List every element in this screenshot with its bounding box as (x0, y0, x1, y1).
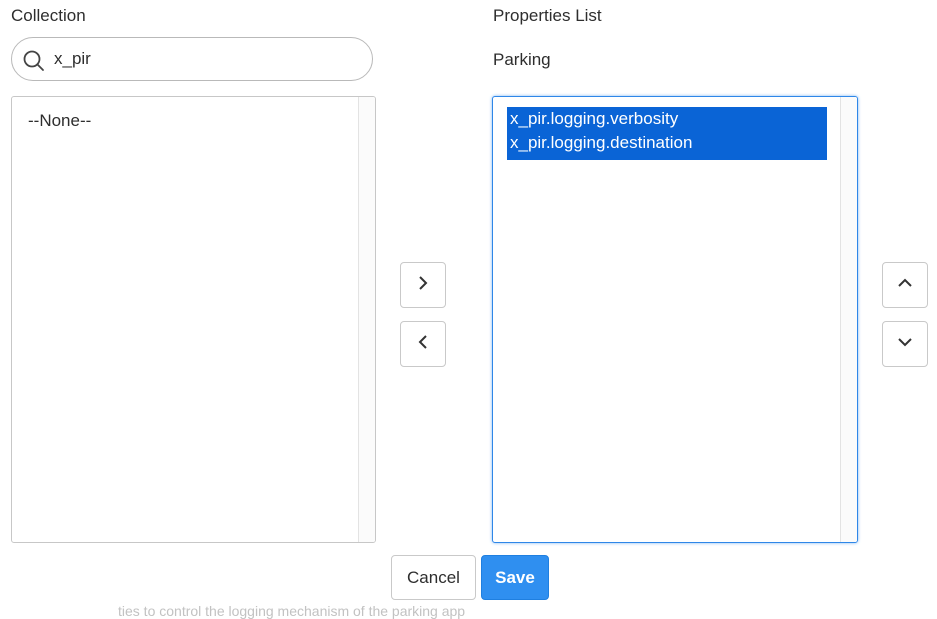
cancel-button[interactable]: Cancel (391, 555, 476, 600)
chevron-left-icon (415, 334, 431, 355)
properties-sublabel: Parking (493, 50, 551, 69)
list-item[interactable]: x_pir.logging.destination (507, 131, 827, 155)
add-to-list-button[interactable] (400, 262, 446, 308)
collection-listbox[interactable]: --None-- (11, 96, 376, 543)
selected-items: x_pir.logging.verbosity x_pir.logging.de… (507, 107, 827, 160)
move-up-button[interactable] (882, 262, 928, 308)
properties-listbox[interactable]: x_pir.logging.verbosity x_pir.logging.de… (492, 96, 858, 543)
search-icon (22, 49, 46, 73)
list-item[interactable]: --None-- (28, 109, 91, 133)
properties-scrollbar[interactable] (840, 97, 857, 542)
collection-label: Collection (11, 6, 86, 25)
collection-search-box[interactable] (11, 37, 373, 81)
properties-list-label: Properties List (493, 6, 602, 25)
chevron-down-icon (897, 334, 913, 355)
footer-caption: ties to control the logging mechanism of… (118, 603, 466, 619)
chevron-right-icon (415, 275, 431, 296)
collection-search-input[interactable] (54, 47, 354, 71)
remove-from-list-button[interactable] (400, 321, 446, 367)
chevron-up-icon (897, 275, 913, 296)
collection-scrollbar[interactable] (358, 97, 375, 542)
list-item[interactable]: x_pir.logging.verbosity (507, 107, 827, 131)
move-down-button[interactable] (882, 321, 928, 367)
save-button[interactable]: Save (481, 555, 549, 600)
